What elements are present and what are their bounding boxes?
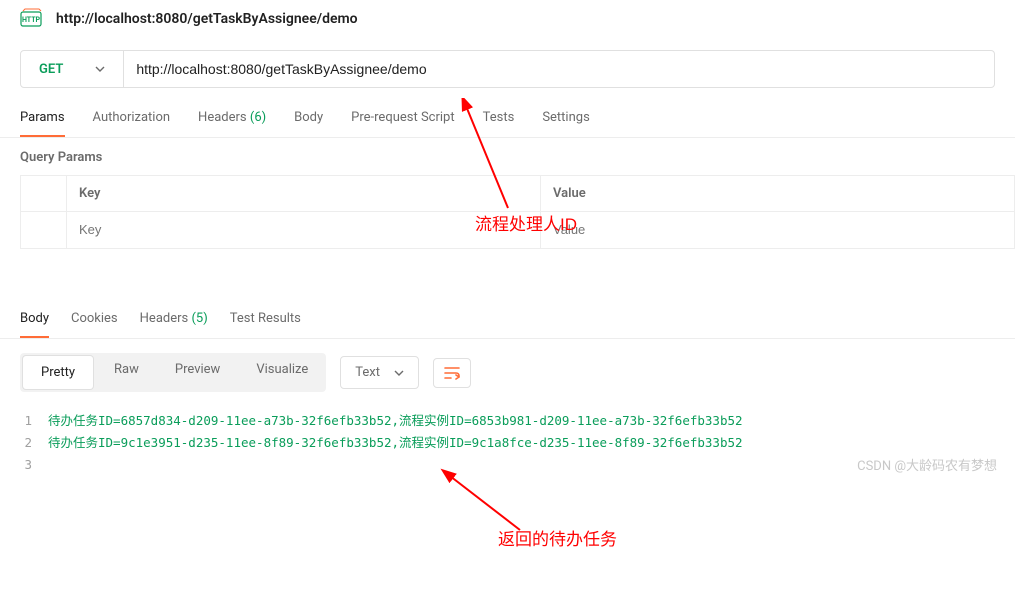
- format-select[interactable]: Text: [340, 356, 419, 389]
- response-line: 3: [20, 454, 995, 476]
- http-icon: HTTP: [20, 8, 42, 30]
- method-select[interactable]: GET: [21, 51, 124, 87]
- response-line: 1待办任务ID=6857d834-d209-11ee-a73b-32f6efb3…: [20, 410, 995, 432]
- view-mode-visualize[interactable]: Visualize: [238, 353, 326, 392]
- view-modes: Pretty Raw Preview Visualize: [20, 353, 326, 392]
- wrap-icon: [444, 366, 460, 380]
- method-label: GET: [39, 62, 63, 77]
- view-mode-pretty[interactable]: Pretty: [23, 356, 93, 389]
- chevron-down-icon: [95, 66, 105, 72]
- view-mode-preview[interactable]: Preview: [157, 353, 238, 392]
- view-mode-raw[interactable]: Raw: [96, 353, 157, 392]
- value-header: Value: [541, 176, 1015, 212]
- params-row[interactable]: [21, 212, 1015, 249]
- key-header: Key: [67, 176, 541, 212]
- response-tabs: Body Cookies Headers (5) Test Results: [0, 253, 1015, 339]
- tab-params[interactable]: Params: [20, 110, 65, 137]
- tab-body[interactable]: Body: [294, 110, 323, 137]
- value-input[interactable]: [553, 222, 1002, 237]
- tab-prerequest[interactable]: Pre-request Script: [351, 110, 454, 137]
- resp-tab-test-results[interactable]: Test Results: [230, 311, 301, 338]
- request-tabs: Params Authorization Headers (6) Body Pr…: [0, 88, 1015, 138]
- chevron-down-icon: [394, 370, 404, 376]
- query-params-label: Query Params: [0, 138, 1015, 175]
- response-toolbar: Pretty Raw Preview Visualize Text: [0, 339, 1015, 406]
- params-table: Key Value: [20, 175, 1015, 249]
- resp-tab-cookies[interactable]: Cookies: [71, 311, 118, 338]
- watermark: CSDN @大龄码农有梦想: [857, 455, 997, 474]
- resp-tab-headers[interactable]: Headers (5): [140, 311, 208, 338]
- format-label: Text: [355, 365, 380, 380]
- params-checkbox-header: [21, 176, 67, 212]
- tab-tests[interactable]: Tests: [483, 110, 515, 137]
- key-input[interactable]: [79, 222, 528, 237]
- tab-headers[interactable]: Headers (6): [198, 110, 266, 137]
- response-line: 2待办任务ID=9c1e3951-d235-11ee-8f89-32f6efb3…: [20, 432, 995, 454]
- tab-settings[interactable]: Settings: [542, 110, 589, 137]
- url-input[interactable]: [124, 51, 994, 87]
- header-row: HTTP http://localhost:8080/getTaskByAssi…: [0, 0, 1015, 38]
- request-bar: GET: [20, 50, 995, 88]
- resp-tab-body[interactable]: Body: [20, 311, 49, 338]
- header-url: http://localhost:8080/getTaskByAssignee/…: [56, 11, 358, 27]
- tab-authorization[interactable]: Authorization: [93, 110, 171, 137]
- annotation-text: 返回的待办任务: [498, 525, 617, 550]
- wrap-toggle-button[interactable]: [433, 358, 471, 388]
- svg-text:HTTP: HTTP: [22, 16, 41, 24]
